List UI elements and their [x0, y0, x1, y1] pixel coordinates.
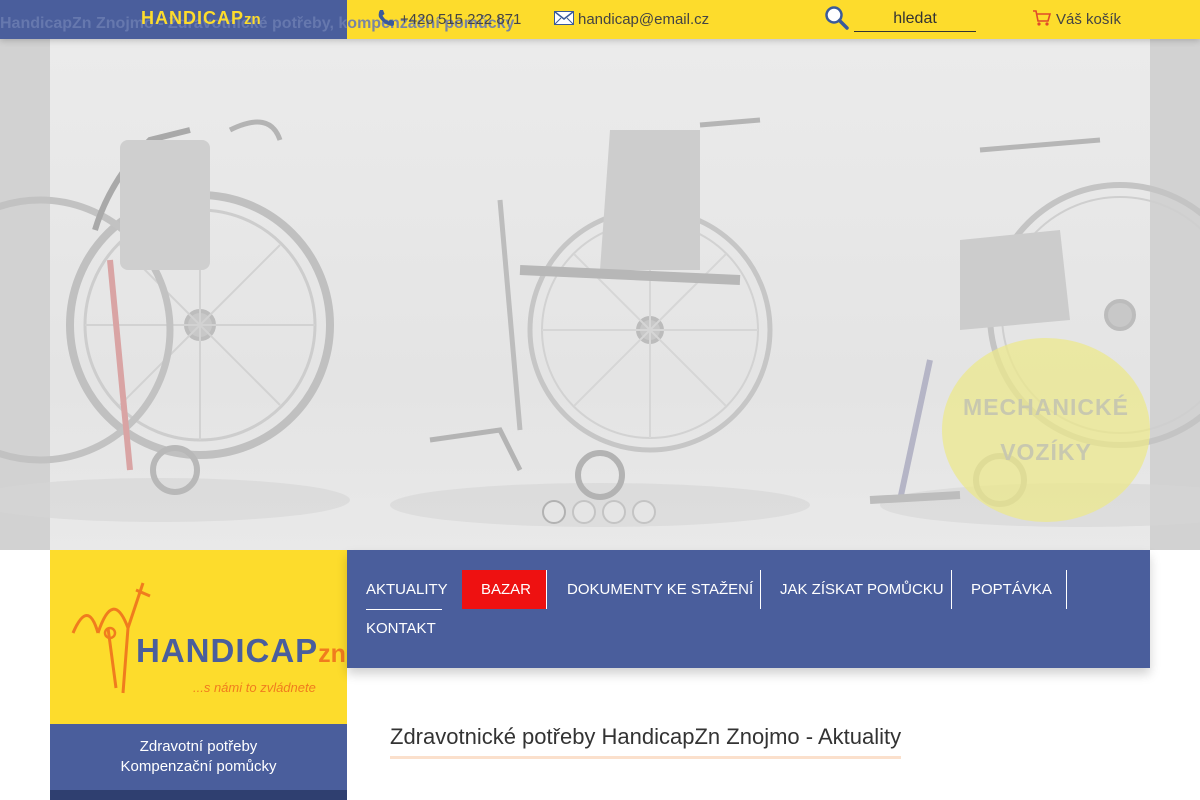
email-address: handicap@email.cz: [578, 11, 710, 28]
cart-label: Váš košík: [1056, 11, 1122, 28]
logo-word: HANDICAP: [136, 632, 319, 669]
slider-dot-4[interactable]: [632, 500, 656, 524]
envelope-icon: [554, 10, 574, 29]
topbar-brand-area[interactable]: HandicapZn Znojmo - Zdravotnické potřeby…: [0, 0, 514, 39]
search-box: [824, 0, 976, 39]
nav-separator: [1066, 570, 1067, 609]
slider-dot-3[interactable]: [602, 500, 626, 524]
phone-number: +420 515 222 871: [400, 11, 522, 28]
page-title: Zdravotnické potřeby HandicapZn Znojmo -…: [390, 724, 902, 759]
nav-item-dokumenty[interactable]: DOKUMENTY KE STAŽENÍ: [547, 570, 761, 609]
badge-line-1: MECHANICKÉ: [963, 394, 1129, 420]
nav-label-jak-ziskat: JAK ZÍSKAT POMŮCKU: [780, 581, 944, 598]
logo-suffix: zn: [318, 640, 346, 668]
slider-dots: [542, 500, 656, 524]
nav-label-dokumenty: DOKUMENTY KE STAŽENÍ: [567, 581, 754, 598]
subtitle-line-1: Zdravotní potřeby: [139, 738, 258, 755]
nav-label-poptavka: POPTÁVKA: [971, 581, 1052, 598]
slide-category-badge[interactable]: MECHANICKÉ VOZÍKY: [942, 338, 1150, 522]
logo-tagline: ...s námi to zvládnete: [193, 680, 316, 695]
search-input[interactable]: [854, 7, 976, 32]
badge-line-2: VOZÍKY: [1000, 439, 1092, 465]
site-logo[interactable]: HANDICAPzn ...s námi to zvládnete: [50, 550, 347, 724]
phone-icon: [376, 8, 396, 32]
cart-icon: [1032, 9, 1052, 31]
phone-contact[interactable]: +420 515 222 871: [376, 0, 521, 39]
nav-label-kontakt: KONTAKT: [366, 620, 436, 637]
magnifier-icon[interactable]: [824, 5, 850, 35]
slider-dot-1[interactable]: [542, 500, 566, 524]
nav-item-kontakt[interactable]: KONTAKT: [347, 609, 457, 648]
subtitle-line-2: Kompenzační pomůcky: [120, 758, 277, 775]
slider-dot-2[interactable]: [572, 500, 596, 524]
nav-item-aktuality[interactable]: AKTUALITY: [347, 570, 462, 610]
topbar-logo[interactable]: HANDICAPzn: [141, 8, 261, 29]
main-navigation: AKTUALITY BAZAR DOKUMENTY KE STAŽENÍ JAK…: [347, 550, 1150, 668]
topbar-logo-word: HANDICAP: [141, 8, 245, 28]
cart-link[interactable]: Váš košík: [1032, 0, 1121, 39]
nav-item-jak-ziskat[interactable]: JAK ZÍSKAT POMŮCKU: [761, 570, 952, 609]
nav-label-aktuality: AKTUALITY: [366, 581, 448, 598]
hero-slider[interactable]: HandicapZn Znojmo - Zdravotnické potřeby…: [0, 0, 1200, 550]
topbar-logo-suffix: zn: [244, 11, 261, 28]
site-subtitle: Zdravotní potřeby Kompenzační pomůcky: [50, 724, 347, 790]
email-contact[interactable]: handicap@email.cz: [554, 0, 709, 39]
logo-wordmark: HANDICAPzn: [136, 632, 346, 670]
nav-item-bazar[interactable]: BAZAR: [462, 570, 547, 609]
nav-label-bazar: BAZAR: [481, 581, 532, 598]
nav-item-poptavka[interactable]: POPTÁVKA: [952, 570, 1067, 609]
top-bar: HandicapZn Znojmo - Zdravotnické potřeby…: [0, 0, 1200, 39]
sidebar-menu-strip: [50, 790, 347, 800]
